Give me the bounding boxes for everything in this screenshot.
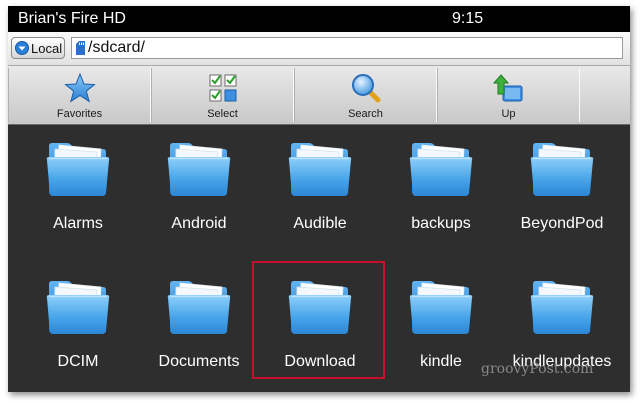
search-button[interactable]: Search xyxy=(294,68,437,122)
folder-icon xyxy=(167,142,231,197)
folder-icon xyxy=(46,142,110,197)
folder-icon xyxy=(288,280,352,335)
location-dropdown-button[interactable]: Local xyxy=(11,37,65,59)
up-label: Up xyxy=(501,108,516,120)
folder-name: DCIM xyxy=(57,353,99,370)
clock: 9:15 xyxy=(452,10,484,27)
folder-item[interactable]: Documents xyxy=(140,278,258,390)
toolbar: Favorites Select Search Up xyxy=(8,66,630,125)
file-grid: Alarms Android Audible backups BeyondPod… xyxy=(8,125,630,392)
folder-icon xyxy=(409,142,473,197)
folder-name: BeyondPod xyxy=(520,215,604,232)
folder-name: Audible xyxy=(293,215,347,232)
folder-name: backups xyxy=(411,215,471,232)
path-input[interactable]: /sdcard/ xyxy=(71,37,623,59)
up-folder-icon xyxy=(492,74,522,102)
chevron-down-icon xyxy=(15,41,29,55)
device-name: Brian's Fire HD xyxy=(18,10,126,27)
folder-icon xyxy=(46,280,110,335)
folder-name: Alarms xyxy=(53,215,103,232)
folder-item[interactable]: Alarms xyxy=(19,140,137,252)
folder-icon xyxy=(409,280,473,335)
folder-icon xyxy=(167,280,231,335)
app-window: Brian's Fire HD 9:15 Local /sdcard/ Favo… xyxy=(8,6,630,392)
watermark: groovyPost.com xyxy=(481,361,594,377)
location-label: Local xyxy=(31,41,63,56)
folder-item[interactable]: Android xyxy=(140,140,258,252)
magnifier-icon xyxy=(351,74,380,103)
folder-name: Download xyxy=(284,353,356,370)
address-bar: Local /sdcard/ xyxy=(8,32,630,66)
folder-icon xyxy=(288,142,352,197)
folder-name: Android xyxy=(171,215,227,232)
path-text: /sdcard/ xyxy=(88,39,145,56)
favorites-label: Favorites xyxy=(56,108,103,120)
favorites-button[interactable]: Favorites xyxy=(8,68,151,122)
star-icon xyxy=(63,72,96,103)
folder-item[interactable]: DCIM xyxy=(19,278,137,390)
folder-item[interactable]: Audible xyxy=(261,140,379,252)
search-label: Search xyxy=(348,108,383,120)
select-label: Select xyxy=(207,108,238,120)
up-button[interactable]: Up xyxy=(437,68,580,122)
sdcard-icon xyxy=(76,41,85,55)
status-bar: Brian's Fire HD 9:15 xyxy=(8,6,630,32)
folder-item[interactable]: BeyondPod xyxy=(503,140,621,252)
select-button[interactable]: Select xyxy=(151,68,294,122)
folder-item[interactable]: backups xyxy=(382,140,500,252)
folder-name: Documents xyxy=(158,353,240,370)
select-grid-icon xyxy=(209,74,236,102)
folder-icon xyxy=(530,142,594,197)
folder-icon xyxy=(530,280,594,335)
folder-item-selected[interactable]: Download xyxy=(261,278,379,390)
